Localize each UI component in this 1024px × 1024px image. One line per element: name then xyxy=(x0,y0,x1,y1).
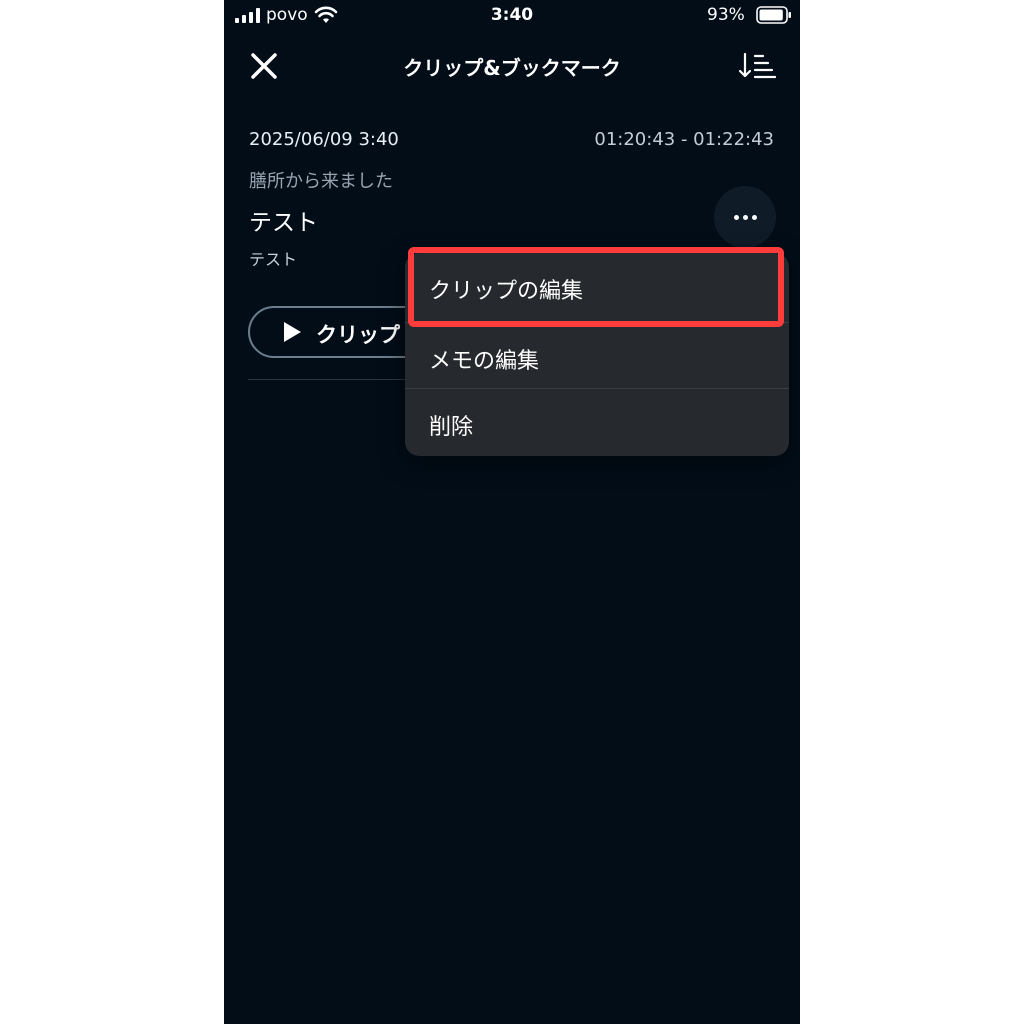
menu-item-delete[interactable]: 削除 xyxy=(405,388,789,455)
entry-title: テスト xyxy=(249,210,318,236)
entry-time-range: 01:20:43 - 01:22:43 xyxy=(594,129,774,150)
status-bar: povo 3:40 93% xyxy=(224,0,800,32)
entry-date: 2025/06/09 3:40 xyxy=(249,129,399,150)
menu-item-edit-memo[interactable]: メモの編集 xyxy=(405,322,789,389)
play-clip-label: クリップ xyxy=(316,323,400,347)
more-horizontal-icon xyxy=(733,214,757,220)
page-title: クリップ&ブックマーク xyxy=(403,56,621,80)
entry-memo: テスト xyxy=(249,250,298,269)
app-screen: povo 3:40 93% クリップ&ブックマーク 2025/06/09 3:4… xyxy=(224,0,800,1024)
highlight-annotation xyxy=(408,247,784,327)
more-options-button[interactable] xyxy=(714,186,776,248)
battery-percentage: 93% xyxy=(707,5,745,25)
sort-icon[interactable] xyxy=(738,50,778,82)
entry-subtitle: 膳所から来ました xyxy=(249,171,393,192)
battery-icon xyxy=(756,6,791,24)
menu-item-label: メモの編集 xyxy=(429,349,540,374)
play-icon xyxy=(284,322,301,342)
menu-item-label: 削除 xyxy=(429,415,474,440)
